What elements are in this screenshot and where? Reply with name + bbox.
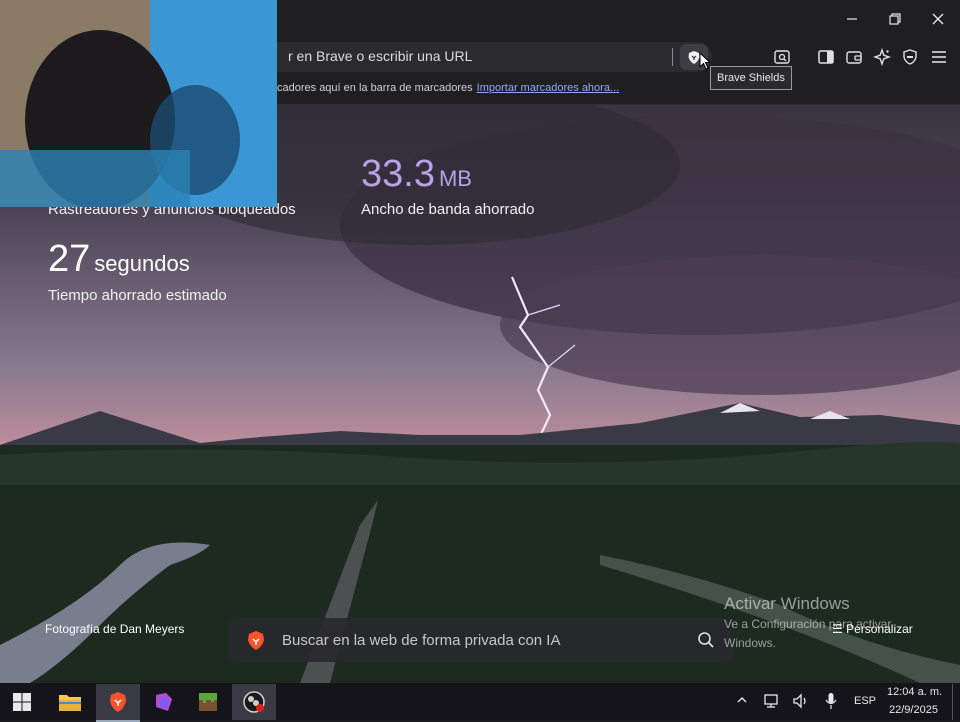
close-icon <box>932 13 944 25</box>
grass-block-icon <box>199 693 217 711</box>
minimize-icon <box>847 18 857 20</box>
show-desktop-button[interactable] <box>952 684 953 720</box>
chevron-up-icon[interactable] <box>737 696 747 704</box>
leo-ai-button[interactable] <box>871 46 893 68</box>
obs-recording-icon <box>243 691 265 713</box>
minimize-button[interactable] <box>829 0 875 38</box>
time-saved-label: Tiempo ahorrado estimado <box>48 287 227 304</box>
webcam-overlay <box>0 0 277 207</box>
search-tabs-icon <box>774 50 790 64</box>
bandwidth-unit: MB <box>438 166 472 191</box>
restore-icon <box>889 13 901 25</box>
personalize-button[interactable]: ☰ Personalizar <box>832 622 913 636</box>
leo-ai-icon <box>873 48 891 66</box>
brave-browser-icon <box>110 692 126 712</box>
time-number: 27 <box>48 238 91 280</box>
folder-icon <box>59 695 81 711</box>
purple-app-icon <box>156 693 172 711</box>
taskbar-purple-app[interactable] <box>142 684 186 720</box>
network-icon[interactable] <box>763 693 781 709</box>
taskbar-file-explorer[interactable] <box>48 684 92 720</box>
taskbar-brave[interactable] <box>96 684 140 722</box>
menu-icon <box>932 51 946 63</box>
brave-search-logo-icon <box>248 631 264 650</box>
time-saved-value: 27 segundos <box>48 238 190 281</box>
vpn-button[interactable] <box>899 46 921 68</box>
address-bar-placeholder[interactable]: r en Brave o escribir una URL <box>288 48 472 64</box>
volume-icon[interactable] <box>792 693 810 709</box>
microphone-icon[interactable] <box>825 692 837 710</box>
main-menu-button[interactable] <box>928 46 950 68</box>
clock-date[interactable]: 22/9/2025 <box>889 704 938 716</box>
photo-credit[interactable]: Fotografía de Dan Meyers <box>45 622 184 636</box>
address-bar-divider <box>672 48 673 66</box>
brave-shields-tooltip: Brave Shields <box>710 66 792 90</box>
clock-time[interactable]: 12:04 a. m. <box>887 686 942 698</box>
sidebar-toggle-button[interactable] <box>815 46 837 68</box>
taskbar-minecraft[interactable] <box>186 684 230 720</box>
webcam-feed <box>0 0 277 207</box>
import-bookmarks-link[interactable]: Importar marcadores ahora... <box>477 82 619 94</box>
vpn-shield-icon <box>903 49 917 65</box>
activate-windows-title: Activar Windows <box>724 594 850 613</box>
search-icon[interactable] <box>697 631 715 649</box>
restore-button[interactable] <box>872 0 918 38</box>
language-indicator[interactable]: ESP <box>854 695 876 707</box>
sidebar-icon <box>818 50 834 64</box>
start-button[interactable] <box>0 684 44 720</box>
bandwidth-saved-label: Ancho de banda ahorrado <box>361 201 535 218</box>
search-input[interactable]: Buscar en la web de forma privada con IA <box>282 632 560 649</box>
bookmarks-bar-text: cadores aquí en la barra de marcadores <box>277 82 473 94</box>
bookmarks-bar-message: cadores aquí en la barra de marcadores Im… <box>277 82 619 94</box>
time-unit: segundos <box>94 251 190 276</box>
settings-sliders-icon: ☰ <box>832 622 847 636</box>
bandwidth-saved-value: 33.3 MB <box>361 153 472 196</box>
taskbar-obs[interactable] <box>232 684 276 720</box>
wallet-button[interactable] <box>843 46 865 68</box>
close-window-button[interactable] <box>915 0 960 38</box>
wallet-icon <box>846 51 862 64</box>
windows-logo-icon <box>13 693 31 711</box>
personalize-label: Personalizar <box>846 622 913 636</box>
mouse-cursor-icon <box>699 52 711 70</box>
search-tabs-button[interactable] <box>771 46 793 68</box>
activate-windows-line2: Windows. <box>724 636 777 650</box>
bandwidth-number: 33.3 <box>361 153 435 195</box>
